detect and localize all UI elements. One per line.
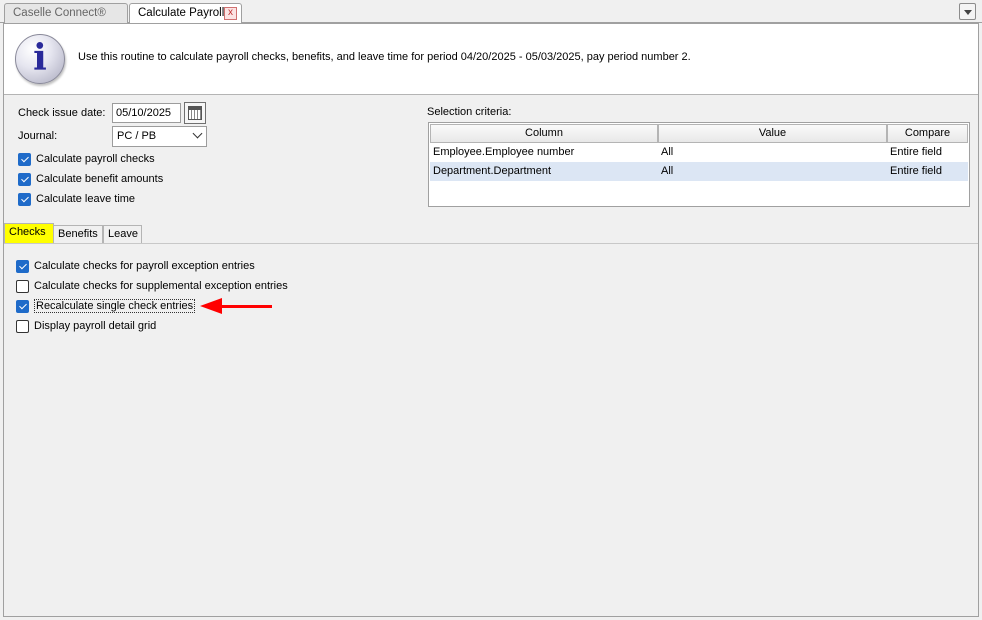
document-tab-strip: Caselle Connect® Calculate Payroll x — [0, 0, 982, 24]
payroll-exception-label: Calculate checks for payroll exception e… — [34, 260, 255, 272]
calendar-icon — [188, 106, 202, 120]
journal-select[interactable]: PC / PB — [112, 126, 207, 147]
tab-calculate-payroll[interactable]: Calculate Payroll x — [129, 3, 242, 24]
calc-payroll-checks-checkbox[interactable] — [18, 152, 31, 166]
recalculate-single-check-option[interactable]: Recalculate single check entries — [16, 299, 196, 313]
calc-benefit-amounts-option[interactable]: Calculate benefit amounts — [18, 172, 163, 186]
supplemental-exception-checkbox[interactable] — [16, 279, 29, 293]
table-cell: Department.Department — [433, 165, 551, 177]
calc-benefit-amounts-checkbox[interactable] — [18, 172, 31, 186]
selection-criteria-grid[interactable]: Column Value Compare Employee.Employee n… — [428, 122, 970, 207]
calc-leave-time-checkbox[interactable] — [18, 192, 31, 206]
table-cell: Entire field — [890, 165, 942, 177]
table-row[interactable]: Employee.Employee number All Entire fiel… — [430, 143, 968, 162]
tab-checks[interactable]: Checks — [4, 223, 54, 243]
tab-benefits[interactable]: Benefits — [53, 225, 103, 243]
info-icon: i — [15, 34, 65, 84]
selection-criteria-label: Selection criteria: — [427, 106, 512, 118]
grid-header: Column Value Compare — [430, 124, 968, 143]
payroll-exception-option[interactable]: Calculate checks for payroll exception e… — [16, 259, 255, 273]
tab-calculate-payroll-label: Calculate Payroll — [138, 7, 225, 19]
chevron-down-icon — [192, 128, 203, 139]
column-header-compare[interactable]: Compare — [887, 124, 968, 143]
calc-payroll-checks-option[interactable]: Calculate payroll checks — [18, 152, 155, 166]
column-header-value[interactable]: Value — [658, 124, 887, 143]
red-arrow-icon — [200, 298, 272, 314]
table-row[interactable]: Department.Department All Entire field — [430, 162, 968, 181]
tab-leave[interactable]: Leave — [103, 225, 142, 243]
tab-divider — [4, 243, 978, 244]
supplemental-exception-label: Calculate checks for supplemental except… — [34, 280, 288, 292]
display-detail-grid-checkbox[interactable] — [16, 319, 29, 333]
calc-benefit-amounts-label: Calculate benefit amounts — [36, 173, 164, 185]
recalculate-single-check-label: Recalculate single check entries — [34, 299, 196, 313]
info-message: Use this routine to calculate payroll ch… — [78, 51, 691, 63]
tab-list-dropdown-button[interactable] — [959, 3, 976, 20]
display-detail-grid-label: Display payroll detail grid — [34, 320, 157, 332]
journal-select-value: PC / PB — [117, 130, 157, 142]
table-cell: Entire field — [890, 146, 942, 158]
table-cell: Employee.Employee number — [433, 146, 575, 158]
payroll-exception-checkbox[interactable] — [16, 259, 29, 273]
table-cell: All — [661, 165, 674, 177]
calendar-button[interactable] — [184, 102, 206, 124]
table-cell: All — [661, 146, 674, 158]
check-issue-date-label: Check issue date: — [18, 107, 106, 119]
journal-label: Journal: — [18, 130, 58, 142]
supplemental-exception-option[interactable]: Calculate checks for supplemental except… — [16, 279, 288, 293]
column-header-column[interactable]: Column — [430, 124, 658, 143]
calc-leave-time-option[interactable]: Calculate leave time — [18, 192, 135, 206]
calculate-payroll-window: i Use this routine to calculate payroll … — [3, 23, 979, 617]
calc-payroll-checks-label: Calculate payroll checks — [36, 153, 155, 165]
recalculate-single-check-checkbox[interactable] — [16, 299, 29, 313]
close-icon[interactable]: x — [224, 7, 237, 20]
check-issue-date-input[interactable]: 05/10/2025 — [112, 103, 181, 123]
tab-caselle-connect-label: Caselle Connect® — [13, 7, 106, 19]
tab-caselle-connect[interactable]: Caselle Connect® — [4, 3, 128, 23]
info-panel: i Use this routine to calculate payroll … — [4, 24, 978, 95]
display-detail-grid-option[interactable]: Display payroll detail grid — [16, 319, 156, 333]
calc-leave-time-label: Calculate leave time — [36, 193, 136, 205]
